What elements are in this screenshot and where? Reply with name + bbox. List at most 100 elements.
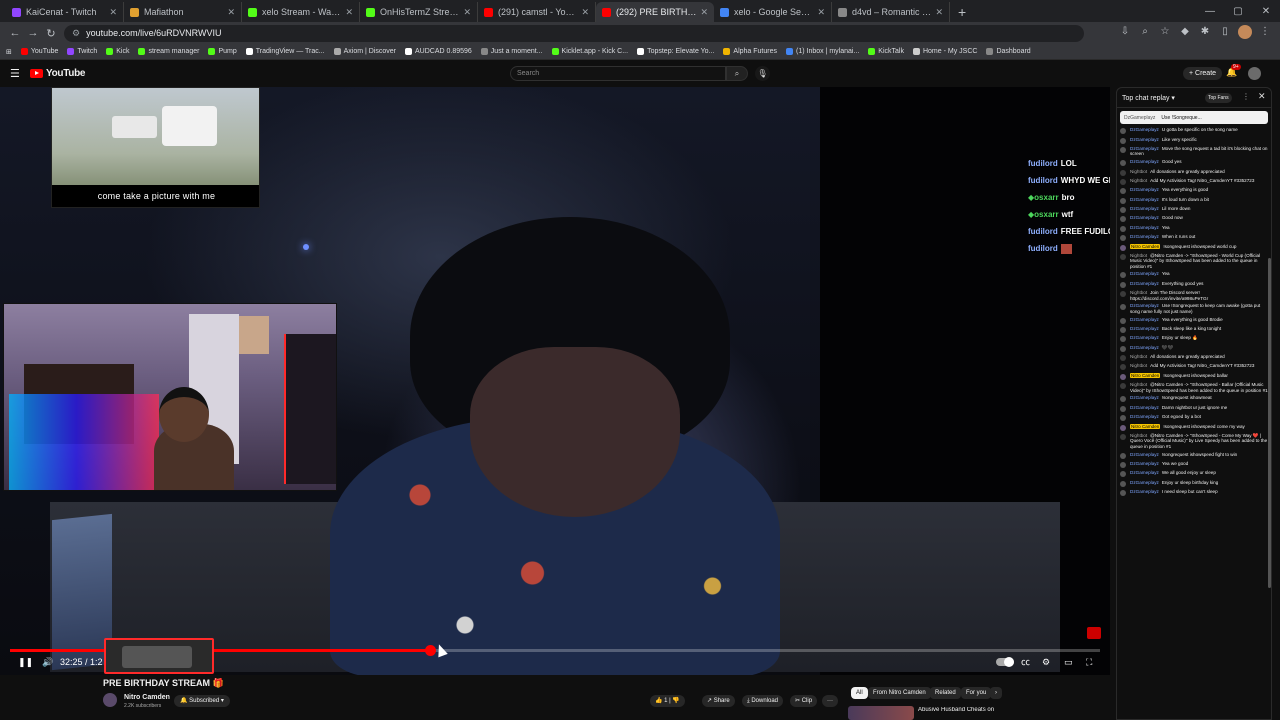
captions-icon[interactable]: ㏄ — [1021, 655, 1030, 669]
bookmark-item[interactable]: (1) Inbox | mylanai... — [786, 48, 859, 55]
apps-icon[interactable]: ⊞ — [6, 48, 12, 56]
maximize-icon[interactable]: ▢ — [1224, 6, 1252, 17]
chat-avatar[interactable] — [1120, 452, 1126, 459]
tab-close-icon[interactable]: ✕ — [345, 7, 353, 18]
video-player[interactable]: come take a picture with me fudilord LOL f… — [0, 87, 1110, 675]
browser-tab[interactable]: (292) PRE BIRTHDAY STREA ✕ — [596, 2, 714, 22]
chat-avatar[interactable] — [1120, 281, 1126, 288]
chat-username[interactable]: DzGameplayz — [1130, 127, 1159, 132]
chat-avatar[interactable] — [1120, 137, 1126, 144]
chat-avatar[interactable] — [1120, 304, 1126, 311]
chat-message[interactable]: Nightbot Join The Discord server! https:/… — [1120, 289, 1268, 302]
chat-avatar[interactable] — [1120, 336, 1126, 343]
chat-username[interactable]: Nitro Camden — [1130, 243, 1161, 249]
chat-avatar[interactable] — [1120, 415, 1126, 422]
zoom-icon[interactable]: ⌕ — [1138, 25, 1152, 39]
theater-mode-icon[interactable]: ▭ — [1064, 655, 1073, 669]
chat-avatar[interactable] — [1120, 383, 1126, 390]
chat-message[interactable]: Nitro Camden !songrequest ishowspeed ball… — [1120, 372, 1268, 381]
chat-username[interactable]: DzGameplayz — [1130, 234, 1159, 239]
autoplay-toggle[interactable] — [996, 657, 1014, 667]
top-fans-button[interactable]: Top Fans — [1205, 93, 1232, 103]
chat-avatar[interactable] — [1120, 244, 1126, 251]
chat-username[interactable]: Nitro Camden — [1130, 423, 1161, 429]
chat-message[interactable]: DzGameplayz Yea we good — [1120, 460, 1268, 469]
chat-username[interactable]: DzGameplayz — [1130, 197, 1159, 202]
bookmark-item[interactable]: stream manager — [138, 48, 199, 55]
chat-avatar[interactable] — [1120, 373, 1126, 380]
chat-message[interactable]: DzGameplayz !songrequest ishowmeat — [1120, 394, 1268, 403]
chat-message[interactable]: DzGameplayz Lil more down — [1120, 205, 1268, 214]
chat-avatar[interactable] — [1120, 396, 1126, 403]
chat-username[interactable]: Nightbot — [1130, 253, 1147, 258]
more-actions-button[interactable]: ··· — [822, 695, 838, 707]
bookmark-item[interactable]: Alpha Futures — [723, 48, 777, 55]
chat-avatar[interactable] — [1120, 433, 1126, 440]
bookmark-item[interactable]: Dashboard — [986, 48, 1031, 55]
download-button[interactable]: ⤓ Download — [742, 695, 784, 707]
fullscreen-icon[interactable]: ⛶ — [1086, 655, 1092, 669]
tab-close-icon[interactable]: ✕ — [109, 7, 117, 18]
chat-username[interactable]: DzGameplayz — [1130, 395, 1159, 400]
back-icon[interactable]: ← — [6, 27, 24, 39]
youtube-logo[interactable]: YouTube — [30, 68, 86, 79]
chat-message[interactable]: Nightbot Add My Activision Tag! Nitro_Cam… — [1120, 177, 1268, 186]
filter-chip[interactable]: Related — [930, 687, 961, 699]
chat-avatar[interactable] — [1120, 405, 1126, 412]
chat-username[interactable]: DzGameplayz — [1130, 159, 1159, 164]
chat-avatar[interactable] — [1120, 197, 1126, 204]
channel-name[interactable]: Nitro Camden — [124, 694, 170, 701]
chat-avatar[interactable] — [1120, 355, 1126, 362]
browser-tab[interactable]: Mafiathon ✕ — [124, 2, 242, 22]
chat-username[interactable]: DzGameplayz — [1130, 480, 1159, 485]
install-icon[interactable]: ⇩ — [1118, 25, 1132, 39]
settings-gear-icon[interactable]: ⚙ — [1042, 655, 1050, 669]
chips-next-icon[interactable]: › — [990, 687, 1002, 699]
chat-username[interactable]: DzGameplayz — [1130, 405, 1159, 410]
chat-username[interactable]: DzGameplayz — [1130, 146, 1159, 151]
account-avatar[interactable] — [1248, 67, 1261, 80]
bookmark-item[interactable]: Kicklet.app - Kick C... — [551, 48, 628, 55]
chat-username[interactable]: DzGameplayz — [1130, 137, 1159, 142]
puzzle-icon[interactable]: ✱ — [1198, 25, 1212, 39]
chat-message[interactable]: Nitro Camden !songrequest ishowspeed worl… — [1120, 242, 1268, 251]
bookmark-item[interactable]: TradingView — Trac... — [245, 48, 325, 55]
bookmark-item[interactable]: Just a moment... — [480, 48, 543, 55]
chat-avatar[interactable] — [1120, 216, 1126, 223]
volume-icon[interactable]: 🔊 — [42, 655, 53, 669]
chat-avatar[interactable] — [1120, 291, 1126, 298]
close-window-icon[interactable]: ✕ — [1252, 6, 1280, 17]
recommended-title[interactable]: Abusive Husband Cheats on — [918, 707, 998, 713]
chat-message[interactable]: DzGameplayz When it runs out — [1120, 233, 1268, 242]
browser-tab[interactable]: d4vd – Romantic Homicide Lyri ✕ — [832, 2, 950, 22]
chat-message[interactable]: Nightbot All donations are greatly apprec… — [1120, 167, 1268, 176]
chat-message[interactable]: DzGameplayz Enjoy ur sleep 🔥 — [1120, 334, 1268, 343]
search-input[interactable]: Search — [510, 66, 726, 81]
chat-message[interactable]: DzGameplayz U gotta be specific on the so… — [1120, 126, 1268, 135]
chat-message[interactable]: DzGameplayz 🖤🖤 — [1120, 344, 1268, 353]
chat-message[interactable]: DzGameplayz Good yes — [1120, 158, 1268, 167]
chat-username[interactable]: DzGameplayz — [1130, 187, 1159, 192]
reload-icon[interactable]: ↻ — [42, 27, 60, 40]
minimize-icon[interactable]: — — [1196, 6, 1224, 17]
chat-username[interactable]: Nightbot — [1130, 169, 1147, 174]
chat-username[interactable]: DzGameplayz — [1130, 489, 1159, 494]
chat-username[interactable]: DzGameplayz — [1130, 414, 1159, 419]
chat-avatar[interactable] — [1120, 326, 1126, 333]
chat-message[interactable]: Nightbot Add My Activision Tag! Nitro_Cam… — [1120, 362, 1268, 371]
chat-message[interactable]: DzGameplayz Back sleep like a king tonigh… — [1120, 325, 1268, 334]
chat-avatar[interactable] — [1120, 480, 1126, 487]
chat-message[interactable]: DzGameplayz Enjoy ur sleep birthday king — [1120, 478, 1268, 487]
chat-message[interactable]: DzGameplayz We all good enjoy ur sleep — [1120, 469, 1268, 478]
clip-button[interactable]: ✂ Clip — [790, 695, 818, 707]
like-button[interactable]: 👍 1 | 👎 — [650, 695, 685, 707]
filter-chip[interactable]: For you — [961, 687, 992, 699]
chat-message[interactable]: Nightbot @Nitro Camden -> "IShowSpeed - W… — [1120, 252, 1268, 271]
chat-username[interactable]: DzGameplayz — [1130, 215, 1159, 220]
chat-mode-dropdown[interactable]: Top chat replay ▾ — [1122, 94, 1175, 102]
pause-icon[interactable]: ❚❚ — [18, 655, 33, 669]
chat-username[interactable]: Nightbot — [1130, 363, 1147, 368]
browser-tab[interactable]: xelo - Google Search ✕ — [714, 2, 832, 22]
share-button[interactable]: ↗ Share — [702, 695, 735, 707]
chat-username[interactable]: Nightbot — [1130, 433, 1147, 438]
